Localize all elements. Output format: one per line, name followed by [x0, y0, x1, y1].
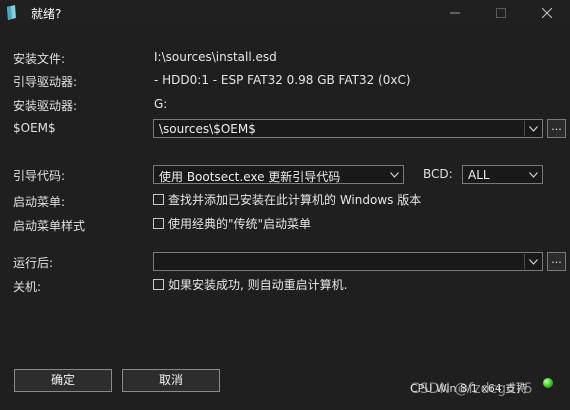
- boot-menu-style-label: 启动菜单样式: [13, 219, 86, 233]
- install-file-label: 安装文件:: [13, 52, 66, 66]
- run-after-label: 运行后:: [13, 256, 54, 270]
- chevron-down-icon[interactable]: [526, 254, 541, 269]
- shutdown-label: 关机:: [13, 280, 42, 294]
- maximize-button[interactable]: [478, 0, 524, 26]
- minimize-icon: [450, 12, 460, 14]
- install-drive-label: 安装驱动器:: [13, 99, 78, 113]
- setup-dialog-window: 就绪? 安装文件: I:\sources\install.esd 引导驱动器: …: [0, 0, 570, 410]
- bcd-select[interactable]: ALL: [462, 165, 543, 184]
- maximize-icon: [496, 8, 506, 18]
- ok-button[interactable]: 确定: [14, 369, 112, 392]
- combo-divider: [524, 254, 525, 269]
- oem-path-value: \sources\$OEM$: [159, 122, 256, 136]
- boot-menu-checkbox-label[interactable]: 查找并添加已安装在此计算机的 Windows 版本: [168, 191, 421, 208]
- chevron-down-icon[interactable]: [526, 121, 541, 136]
- boot-menu-checkbox-row[interactable]: 查找并添加已安装在此计算机的 Windows 版本: [153, 191, 421, 207]
- oem-label: $OEM$: [13, 121, 56, 135]
- boot-menu-style-checkbox-row[interactable]: 使用经典的"传统"启动菜单: [153, 215, 311, 231]
- status-led-icon: [543, 378, 553, 388]
- oem-path-combobox[interactable]: \sources\$OEM$: [153, 119, 543, 138]
- boot-code-label: 引导代码:: [13, 169, 66, 183]
- cancel-button[interactable]: 取消: [122, 369, 220, 392]
- bcd-value: ALL: [468, 168, 490, 182]
- close-icon: [542, 8, 552, 18]
- oem-browse-button[interactable]: ...: [547, 119, 566, 138]
- shutdown-checkbox-row[interactable]: 如果安装成功, 则自动重启计算机.: [153, 276, 347, 292]
- run-after-combobox[interactable]: [153, 252, 543, 271]
- boot-menu-checkbox[interactable]: [153, 193, 164, 205]
- boot-menu-label: 启动菜单:: [13, 195, 66, 209]
- run-after-browse-button[interactable]: ...: [547, 252, 566, 271]
- minimize-button[interactable]: [432, 0, 478, 26]
- chevron-down-icon[interactable]: [387, 167, 402, 182]
- combo-divider: [524, 121, 525, 136]
- bcd-label: BCD:: [423, 167, 453, 181]
- shutdown-checkbox[interactable]: [153, 278, 164, 290]
- boot-code-value: 使用 Bootsect.exe 更新引导代码: [159, 170, 341, 184]
- boot-drive-label: 引导驱动器:: [13, 75, 78, 89]
- boot-menu-style-checkbox-label[interactable]: 使用经典的"传统"启动菜单: [168, 215, 311, 232]
- boot-drive-value: - HDD0:1 - ESP FAT32 0.98 GB FAT32 (0xC): [154, 73, 411, 87]
- install-file-value: I:\sources\install.esd: [154, 50, 277, 64]
- shutdown-checkbox-label[interactable]: 如果安装成功, 则自动重启计算机.: [168, 276, 347, 293]
- chevron-down-icon[interactable]: [526, 167, 541, 182]
- close-button[interactable]: [524, 0, 570, 26]
- app-icon: [7, 5, 16, 20]
- window-title: 就绪?: [31, 7, 62, 21]
- install-drive-value: G:: [154, 97, 168, 111]
- title-bar[interactable]: 就绪?: [0, 0, 570, 26]
- boot-code-select[interactable]: 使用 Bootsect.exe 更新引导代码: [153, 165, 404, 184]
- watermark-text: CSDN @fzdcgd75: [410, 381, 533, 397]
- boot-menu-style-checkbox[interactable]: [153, 217, 164, 229]
